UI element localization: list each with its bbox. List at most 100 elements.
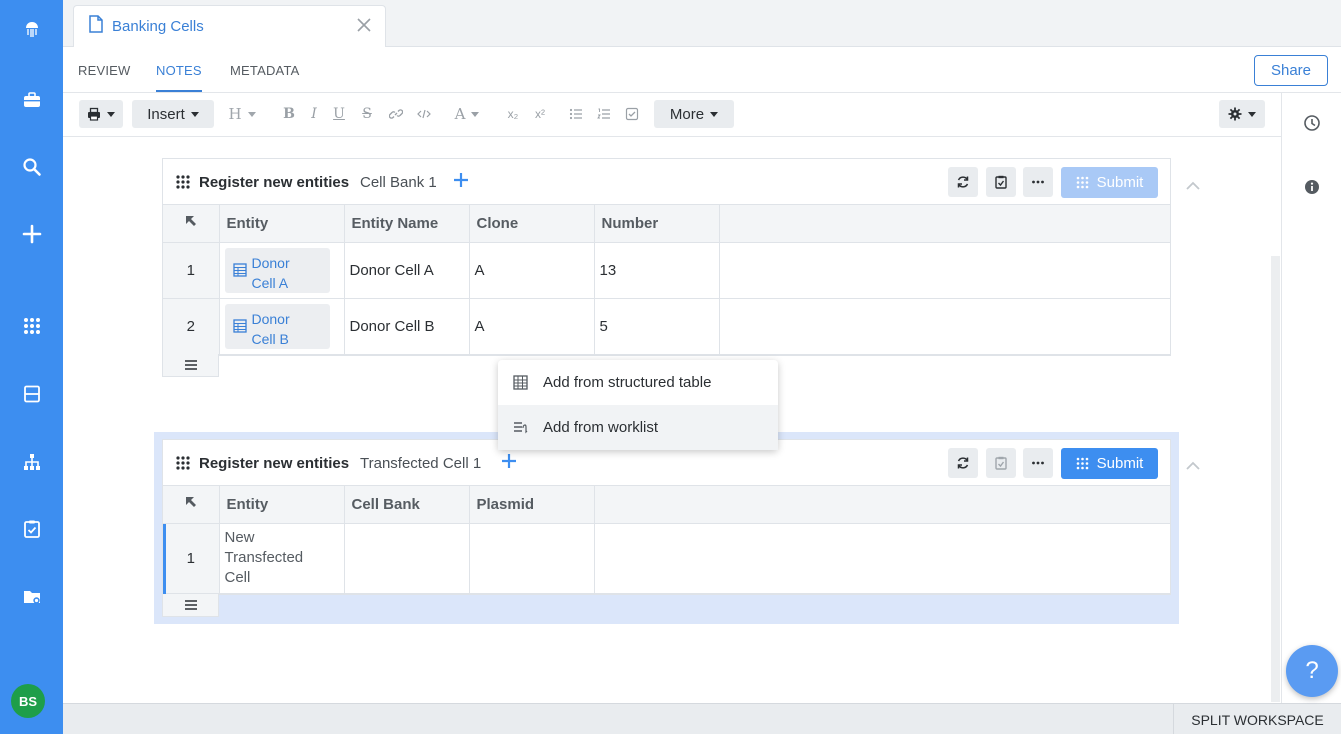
numbered-list-button[interactable]: [593, 100, 615, 128]
column-header[interactable]: Cell Bank: [344, 486, 470, 524]
clone-cell[interactable]: A: [469, 242, 595, 299]
code-button[interactable]: [413, 100, 435, 128]
column-header[interactable]: Clone: [469, 205, 595, 243]
block-schema-name[interactable]: Cell Bank 1: [360, 174, 437, 191]
add-from-structured-table-item[interactable]: Add from structured table: [498, 360, 778, 405]
more-options-button[interactable]: [1023, 167, 1053, 197]
ellipsis-icon: [1032, 461, 1044, 465]
jellyfish-logo-icon[interactable]: [0, 15, 63, 45]
briefcase-icon[interactable]: [0, 85, 63, 115]
entity-chip[interactable]: Donor Cell A: [224, 247, 330, 293]
split-workspace-button[interactable]: SPLIT WORKSPACE: [1173, 704, 1341, 734]
table-row[interactable]: 1 Donor Cell A Donor Cell A A 13: [163, 242, 1171, 299]
entity-cell[interactable]: Donor Cell A: [219, 242, 345, 299]
link-icon: [389, 109, 403, 119]
block-title: Register new entities: [199, 174, 350, 191]
refresh-button[interactable]: [948, 167, 978, 197]
tab-review[interactable]: REVIEW: [78, 63, 130, 78]
column-header[interactable]: Number: [594, 205, 720, 243]
table-menu-handle[interactable]: [162, 354, 219, 377]
entity-cell[interactable]: Donor Cell B: [219, 298, 345, 355]
add-rows-plus-icon[interactable]: [452, 171, 470, 189]
more-options-button[interactable]: [1023, 448, 1053, 478]
plasmid-cell[interactable]: [469, 523, 595, 594]
refresh-button[interactable]: [948, 448, 978, 478]
tab-notes[interactable]: NOTES: [156, 63, 202, 92]
table-menu-handle[interactable]: [162, 594, 219, 617]
underline-button[interactable]: U: [328, 100, 350, 128]
entity-line: Cell A: [251, 274, 289, 291]
submit-button[interactable]: Submit: [1061, 448, 1158, 479]
entity-cell[interactable]: New Transfected Cell: [219, 523, 345, 594]
submit-label: Submit: [1096, 455, 1144, 472]
history-clock-icon[interactable]: [1303, 114, 1321, 132]
column-header[interactable]: Entity Name: [344, 205, 470, 243]
help-button[interactable]: ?: [1286, 645, 1338, 697]
entity-name-cell[interactable]: Donor Cell B: [344, 298, 470, 355]
search-icon[interactable]: [0, 152, 63, 182]
hierarchy-icon[interactable]: [0, 447, 63, 477]
number-cell[interactable]: 5: [594, 298, 720, 355]
chevron-down-icon: [471, 111, 480, 117]
chevron-down-icon: [247, 111, 256, 117]
select-all-cell[interactable]: [163, 205, 220, 243]
bold-button[interactable]: B: [278, 100, 300, 128]
clipboard-check-icon[interactable]: [0, 514, 63, 544]
table-header-row: Entity Cell Bank Plasmid: [163, 486, 1171, 524]
submit-button[interactable]: Submit: [1061, 167, 1158, 198]
entity-table-icon: [232, 318, 247, 333]
table-row[interactable]: 2 Donor Cell B Donor Cell B A 5: [163, 298, 1171, 355]
cell-bank-cell[interactable]: [344, 523, 470, 594]
font-color-dropdown[interactable]: A: [449, 100, 485, 128]
print-dropdown[interactable]: [79, 100, 123, 128]
share-button[interactable]: Share: [1254, 55, 1328, 86]
info-icon[interactable]: [1303, 178, 1321, 196]
entity-chip[interactable]: Donor Cell B: [224, 303, 330, 349]
row-number: 1: [163, 242, 220, 299]
more-dropdown[interactable]: More: [654, 100, 734, 128]
column-header[interactable]: Entity: [219, 486, 345, 524]
number-cell[interactable]: 13: [594, 242, 720, 299]
column-header[interactable]: Entity: [219, 205, 345, 243]
scrollbar[interactable]: [1271, 256, 1280, 702]
select-all-cell[interactable]: [163, 486, 220, 524]
document-tab[interactable]: Banking Cells: [73, 5, 386, 47]
strikethrough-button[interactable]: S: [356, 100, 378, 128]
heading-dropdown[interactable]: H: [223, 100, 261, 128]
apps-grid-icon[interactable]: [0, 311, 63, 341]
add-from-worklist-item[interactable]: Add from worklist: [498, 405, 778, 450]
insert-dropdown[interactable]: Insert: [132, 100, 214, 128]
column-header[interactable]: Plasmid: [469, 486, 595, 524]
italic-button[interactable]: I: [303, 100, 325, 128]
validate-button[interactable]: [986, 448, 1016, 478]
checklist-button[interactable]: [621, 100, 643, 128]
settings-dropdown[interactable]: [1219, 100, 1265, 128]
tab-metadata[interactable]: METADATA: [230, 63, 300, 78]
collapse-chevron-icon[interactable]: [1185, 178, 1201, 190]
entity-table-icon: [232, 262, 247, 277]
superscript-button[interactable]: x²: [529, 100, 551, 128]
validate-button[interactable]: [986, 167, 1016, 197]
empty-cell: [594, 523, 1171, 594]
entity-name-cell[interactable]: Donor Cell A: [344, 242, 470, 299]
plus-icon[interactable]: [0, 219, 63, 249]
avatar[interactable]: BS: [11, 684, 45, 718]
collapse-chevron-icon[interactable]: [1185, 458, 1201, 470]
bullet-list-button[interactable]: [565, 100, 587, 128]
clone-cell[interactable]: A: [469, 298, 595, 355]
chevron-down-icon: [1248, 111, 1256, 117]
link-button[interactable]: [385, 100, 407, 128]
register-entities-block-1: Register new entities Cell Bank 1 Submit…: [162, 158, 1171, 356]
block-schema-name[interactable]: Transfected Cell 1: [360, 455, 481, 472]
add-rows-plus-icon[interactable]: [500, 452, 518, 470]
folder-settings-icon[interactable]: [0, 582, 63, 612]
more-label: More: [669, 105, 705, 123]
inbox-icon[interactable]: [0, 379, 63, 409]
drag-handle-icon[interactable]: [175, 174, 191, 190]
subscript-button[interactable]: x₂: [502, 100, 524, 128]
drag-handle-icon[interactable]: [175, 455, 191, 471]
document-icon: [88, 15, 104, 38]
table-row[interactable]: 1 New Transfected Cell: [163, 523, 1171, 594]
close-tab-icon[interactable]: [355, 16, 373, 34]
printer-icon: [88, 107, 100, 121]
